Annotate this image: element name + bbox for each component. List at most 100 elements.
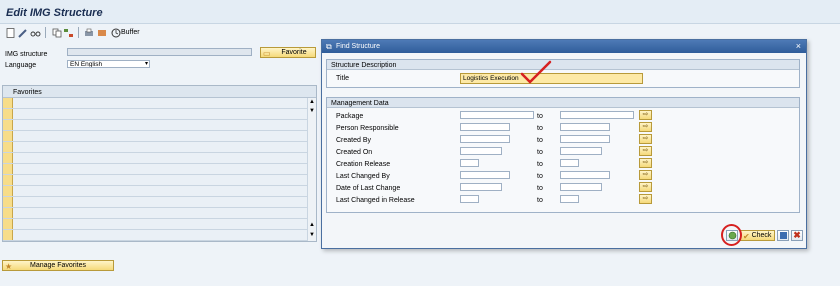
created-on-to-input[interactable]: [560, 147, 602, 155]
folder-icon: ▭: [263, 49, 271, 58]
favorites-header: Favorites: [3, 86, 316, 98]
scroll-up-icon[interactable]: ▲: [309, 222, 315, 228]
buffer-button-label[interactable]: Buffer: [121, 29, 140, 36]
list-item[interactable]: [3, 175, 308, 186]
highlight-circle-annotation: [721, 224, 742, 246]
structure-description-header: Structure Description: [331, 62, 397, 69]
last-changed-by-to-input[interactable]: [560, 171, 610, 179]
creation-release-from-input[interactable]: [460, 159, 479, 167]
row-selector[interactable]: [3, 186, 13, 196]
list-item[interactable]: [3, 98, 308, 109]
tree-icon[interactable]: [63, 27, 74, 38]
page-title: Edit IMG Structure: [6, 7, 103, 19]
to-label: to: [537, 173, 543, 180]
row-selector[interactable]: [3, 219, 13, 229]
save-button[interactable]: [777, 230, 789, 241]
multiple-selection-button[interactable]: ⇨: [639, 122, 652, 132]
check-button[interactable]: ✔ Check: [740, 230, 775, 241]
row-selector[interactable]: [3, 208, 13, 218]
list-item[interactable]: [3, 230, 308, 241]
created-on-label: Created On: [336, 149, 373, 156]
list-item[interactable]: [3, 120, 308, 131]
created-by-to-input[interactable]: [560, 135, 610, 143]
multiple-selection-button[interactable]: ⇨: [639, 170, 652, 180]
glasses-icon[interactable]: [30, 27, 41, 38]
row-selector[interactable]: [3, 197, 13, 207]
check-icon: ✔: [743, 232, 750, 241]
list-item[interactable]: [3, 186, 308, 197]
img-structure-field[interactable]: [67, 48, 252, 56]
list-item[interactable]: [3, 142, 308, 153]
package-to-input[interactable]: [560, 111, 634, 119]
package-label: Package: [336, 113, 364, 120]
list-item[interactable]: [3, 208, 308, 219]
star-icon: ★: [5, 262, 13, 271]
structure-description-group: Structure Description Title Logistics Ex…: [326, 59, 800, 88]
multiple-selection-button[interactable]: ⇨: [639, 182, 652, 192]
chevron-down-icon: ▾: [144, 61, 148, 67]
multiple-selection-button[interactable]: ⇨: [639, 110, 652, 120]
list-item[interactable]: [3, 164, 308, 175]
list-item[interactable]: [3, 153, 308, 164]
package-from-input[interactable]: [460, 111, 534, 119]
row-selector[interactable]: [3, 120, 13, 130]
buffer-icon[interactable]: [110, 27, 121, 38]
language-label: Language: [5, 62, 37, 69]
favorite-button[interactable]: ▭ Favorite: [260, 47, 316, 58]
row-selector[interactable]: [3, 175, 13, 185]
last-changed-in-release-to-input[interactable]: [560, 195, 579, 203]
language-select[interactable]: EN English ▾: [67, 60, 150, 68]
last-changed-by-from-input[interactable]: [460, 171, 510, 179]
cancel-icon: ✖: [793, 230, 801, 240]
person-responsible-to-input[interactable]: [560, 123, 610, 131]
to-label: to: [537, 185, 543, 192]
row-selector[interactable]: [3, 230, 13, 240]
toolbar-separator: [78, 27, 79, 38]
list-item[interactable]: [3, 219, 308, 230]
find-structure-dialog: ⧉ Find Structure × Structure Description…: [321, 39, 807, 249]
scroll-down-icon[interactable]: ▼: [309, 108, 315, 114]
date-of-last-change-from-input[interactable]: [460, 183, 502, 191]
checkmark-annotation: [520, 60, 552, 84]
person-responsible-from-input[interactable]: [460, 123, 510, 131]
cancel-button[interactable]: ✖: [791, 230, 803, 241]
img-structure-label: IMG structure: [5, 51, 48, 58]
created-by-from-input[interactable]: [460, 135, 510, 143]
edit-icon[interactable]: [17, 27, 28, 38]
creation-release-to-input[interactable]: [560, 159, 579, 167]
multiple-selection-button[interactable]: ⇨: [639, 194, 652, 204]
print-preview-icon[interactable]: [96, 27, 107, 38]
row-selector[interactable]: [3, 109, 13, 119]
row-selector[interactable]: [3, 164, 13, 174]
new-icon[interactable]: [5, 27, 16, 38]
dialog-title-bar: ⧉ Find Structure ×: [322, 40, 806, 53]
row-selector[interactable]: [3, 153, 13, 163]
scroll-down-icon[interactable]: ▼: [309, 232, 315, 238]
row-selector[interactable]: [3, 98, 13, 108]
dialog-icon: ⧉: [326, 42, 332, 51]
row-selector[interactable]: [3, 142, 13, 152]
scrollbar[interactable]: ▲ ▼ ▲ ▼: [307, 98, 316, 241]
list-item[interactable]: [3, 109, 308, 120]
multiple-selection-button[interactable]: ⇨: [639, 158, 652, 168]
to-label: to: [537, 149, 543, 156]
last-changed-in-release-from-input[interactable]: [460, 195, 479, 203]
last-changed-by-label: Last Changed By: [336, 173, 390, 180]
list-item[interactable]: [3, 131, 308, 142]
list-item[interactable]: [3, 197, 308, 208]
last-changed-in-release-label: Last Changed in Release: [336, 197, 415, 204]
manage-favorites-button[interactable]: ★ Manage Favorites: [2, 260, 114, 271]
row-selector[interactable]: [3, 131, 13, 141]
created-by-label: Created By: [336, 137, 372, 144]
to-label: to: [537, 161, 543, 168]
group-header: Management Data: [327, 98, 799, 108]
multiple-selection-button[interactable]: ⇨: [639, 146, 652, 156]
close-icon[interactable]: ×: [796, 41, 801, 51]
date-of-last-change-to-input[interactable]: [560, 183, 602, 191]
multiple-selection-button[interactable]: ⇨: [639, 134, 652, 144]
scroll-up-icon[interactable]: ▲: [309, 99, 315, 105]
print-icon[interactable]: [83, 27, 94, 38]
copy-icon[interactable]: [51, 27, 62, 38]
created-on-from-input[interactable]: [460, 147, 502, 155]
favorite-button-label: Favorite: [281, 49, 307, 56]
